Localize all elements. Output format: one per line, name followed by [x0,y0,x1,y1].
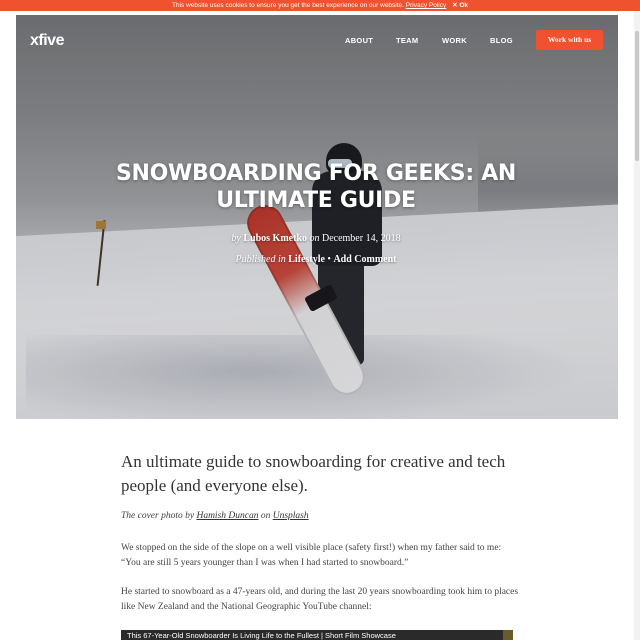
hero-overlay [16,15,618,419]
author-link[interactable]: Lubos Kmetko [243,233,307,244]
category-link[interactable]: Lifestyle [288,254,325,265]
nav-blog[interactable]: BLOG [490,36,513,45]
cookie-ok-button[interactable]: ✕ Ok [452,2,468,9]
cookie-bar: This website uses cookies to ensure you … [0,0,640,11]
post-date: December 14, 2018 [321,233,401,244]
nav-work[interactable]: WORK [442,36,467,45]
by-prefix: by [231,233,241,244]
date-prefix: on [309,233,320,244]
caption-prefix: The cover photo by [121,511,195,521]
video-title[interactable]: This 67-Year-Old Snowboarder Is Living L… [127,631,396,640]
nav-team[interactable]: TEAM [396,36,418,45]
page-title: SNOWBOARDING FOR GEEKS: AN ULTIMATE GUID… [115,161,517,213]
hero-section [16,15,618,419]
unsplash-link[interactable]: Unsplash [273,511,309,521]
article-body: An ultimate guide to snowboarding for cr… [121,450,521,498]
article-lead: An ultimate guide to snowboarding for cr… [121,452,506,495]
paragraph: He started to snowboard as a 47-years ol… [121,587,519,612]
author-line: by Lubos Kmetko on December 14, 2018 [0,233,632,244]
scroll-thumb[interactable] [635,31,639,161]
video-embed[interactable]: This 67-Year-Old Snowboarder Is Living L… [121,630,513,640]
photographer-link[interactable]: Hamish Duncan [196,511,258,521]
scrollbar[interactable] [634,11,640,640]
paragraph: We stopped on the side of the slope on a… [121,543,502,568]
video-thumbnail-edge [503,630,513,640]
work-with-us-button[interactable]: Work with us [536,30,603,50]
cookie-message: This website uses cookies to ensure you … [172,2,404,9]
caption-on: on [260,511,271,521]
meta-separator: • [327,254,331,265]
xfive-logo[interactable]: xfive [30,32,64,50]
category-line: Published in Lifestyle • Add Comment [0,254,632,265]
photo-caption: The cover photo by Hamish Duncan on Unsp… [121,511,309,521]
add-comment-link[interactable]: Add Comment [333,254,396,265]
published-prefix: Published in [235,254,286,265]
privacy-policy-link[interactable]: Privacy Policy [406,2,446,9]
nav-about[interactable]: ABOUT [345,36,373,45]
